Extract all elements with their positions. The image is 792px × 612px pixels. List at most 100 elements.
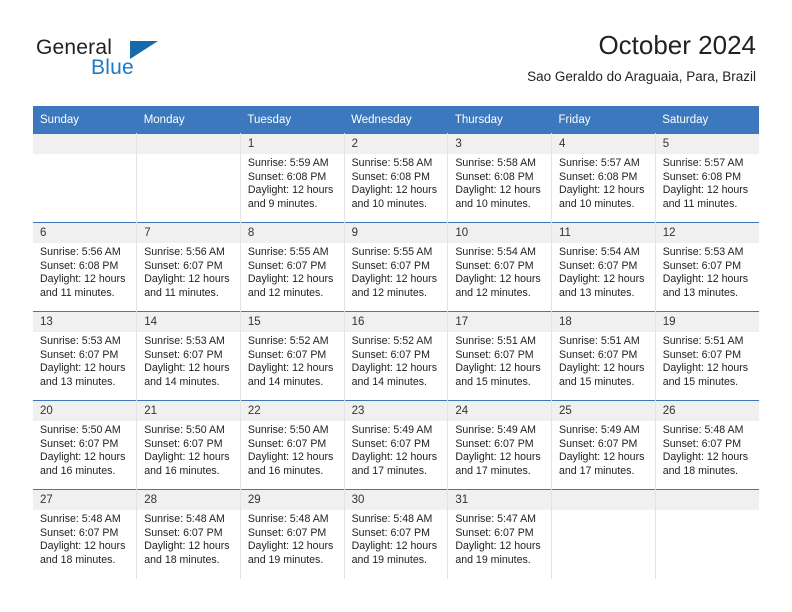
day-info: Sunrise: 5:50 AM Sunset: 6:07 PM Dayligh… bbox=[137, 421, 240, 478]
day-cell[interactable]: 31 Sunrise: 5:47 AM Sunset: 6:07 PM Dayl… bbox=[447, 489, 553, 579]
day-cell[interactable]: 2 Sunrise: 5:58 AM Sunset: 6:08 PM Dayli… bbox=[344, 133, 449, 223]
daylight-text-line2: and 11 minutes. bbox=[662, 197, 738, 210]
day-number: 26 bbox=[655, 401, 759, 421]
weekday-header-tuesday: Tuesday bbox=[240, 106, 345, 134]
day-cell[interactable]: 21 Sunrise: 5:50 AM Sunset: 6:07 PM Dayl… bbox=[136, 400, 241, 490]
sunset-text: Sunset: 6:07 PM bbox=[40, 348, 119, 361]
weekday-header-saturday: Saturday bbox=[655, 106, 759, 134]
day-cell[interactable]: 18 Sunrise: 5:51 AM Sunset: 6:07 PM Dayl… bbox=[551, 311, 656, 401]
day-number: 3 bbox=[448, 134, 552, 154]
day-cell[interactable]: 9 Sunrise: 5:55 AM Sunset: 6:07 PM Dayli… bbox=[344, 222, 449, 312]
daylight-text-line2: and 16 minutes. bbox=[144, 464, 220, 477]
day-number: 23 bbox=[344, 401, 448, 421]
sunset-text: Sunset: 6:07 PM bbox=[351, 348, 430, 361]
daylight-text-line1: Daylight: 12 hours bbox=[559, 451, 645, 464]
sunrise-text: Sunrise: 5:55 AM bbox=[351, 246, 433, 258]
general-blue-logo[interactable]: General Blue bbox=[36, 36, 216, 86]
day-cell[interactable]: 24 Sunrise: 5:49 AM Sunset: 6:07 PM Dayl… bbox=[447, 400, 553, 490]
sunrise-text: Sunrise: 5:57 AM bbox=[662, 157, 744, 169]
sunset-text: Sunset: 6:07 PM bbox=[559, 348, 638, 361]
day-number: 29 bbox=[240, 490, 344, 510]
day-number: 15 bbox=[240, 312, 344, 332]
daylight-text-line2: and 12 minutes. bbox=[247, 286, 324, 299]
day-cell[interactable]: 10 Sunrise: 5:54 AM Sunset: 6:07 PM Dayl… bbox=[447, 222, 553, 312]
day-cell[interactable]: 20 Sunrise: 5:50 AM Sunset: 6:07 PM Dayl… bbox=[33, 400, 138, 490]
day-cell-empty bbox=[655, 489, 759, 579]
day-cell[interactable]: 28 Sunrise: 5:48 AM Sunset: 6:07 PM Dayl… bbox=[136, 489, 241, 579]
daylight-text-line1: Daylight: 12 hours bbox=[144, 273, 230, 286]
day-cell[interactable]: 6 Sunrise: 5:56 AM Sunset: 6:08 PM Dayli… bbox=[33, 222, 138, 312]
sunrise-text: Sunrise: 5:48 AM bbox=[351, 513, 433, 525]
sunset-text: Sunset: 6:07 PM bbox=[144, 259, 223, 272]
sunset-text: Sunset: 6:07 PM bbox=[40, 437, 119, 450]
sunset-text: Sunset: 6:07 PM bbox=[351, 437, 430, 450]
day-cell[interactable]: 8 Sunrise: 5:55 AM Sunset: 6:07 PM Dayli… bbox=[240, 222, 345, 312]
daylight-text-line1: Daylight: 12 hours bbox=[455, 184, 541, 197]
day-cell[interactable]: 19 Sunrise: 5:51 AM Sunset: 6:07 PM Dayl… bbox=[655, 311, 759, 401]
day-info: Sunrise: 5:55 AM Sunset: 6:07 PM Dayligh… bbox=[345, 243, 448, 300]
day-number: 2 bbox=[344, 134, 448, 154]
day-cell[interactable]: 30 Sunrise: 5:48 AM Sunset: 6:07 PM Dayl… bbox=[344, 489, 449, 579]
day-cell[interactable]: 23 Sunrise: 5:49 AM Sunset: 6:07 PM Dayl… bbox=[344, 400, 449, 490]
sunset-text: Sunset: 6:07 PM bbox=[144, 526, 223, 539]
daylight-text-line1: Daylight: 12 hours bbox=[247, 184, 334, 197]
daylight-text-line1: Daylight: 12 hours bbox=[351, 184, 437, 197]
sunrise-text: Sunrise: 5:52 AM bbox=[247, 335, 329, 347]
sunrise-text: Sunrise: 5:50 AM bbox=[144, 424, 225, 436]
sunrise-text: Sunrise: 5:49 AM bbox=[559, 424, 640, 436]
day-cell[interactable]: 22 Sunrise: 5:50 AM Sunset: 6:07 PM Dayl… bbox=[240, 400, 345, 490]
calendar-week-row: 1 Sunrise: 5:59 AM Sunset: 6:08 PM Dayli… bbox=[33, 133, 759, 223]
sunrise-text: Sunrise: 5:52 AM bbox=[351, 335, 433, 347]
daylight-text-line2: and 15 minutes. bbox=[559, 375, 635, 388]
sunset-text: Sunset: 6:07 PM bbox=[559, 259, 638, 272]
day-info: Sunrise: 5:58 AM Sunset: 6:08 PM Dayligh… bbox=[448, 154, 551, 211]
day-cell[interactable]: 12 Sunrise: 5:53 AM Sunset: 6:07 PM Dayl… bbox=[655, 222, 759, 312]
day-cell[interactable]: 29 Sunrise: 5:48 AM Sunset: 6:07 PM Dayl… bbox=[240, 489, 345, 579]
daylight-text-line1: Daylight: 12 hours bbox=[662, 362, 749, 375]
daylight-text-line1: Daylight: 12 hours bbox=[247, 273, 334, 286]
daylight-text-line2: and 18 minutes. bbox=[144, 553, 220, 566]
daylight-text-line2: and 14 minutes. bbox=[247, 375, 324, 388]
day-number: 20 bbox=[33, 401, 137, 421]
sunset-text: Sunset: 6:07 PM bbox=[351, 259, 430, 272]
daylight-text-line2: and 10 minutes. bbox=[559, 197, 635, 210]
sunset-text: Sunset: 6:08 PM bbox=[351, 170, 430, 183]
sunset-text: Sunset: 6:07 PM bbox=[455, 348, 534, 361]
calendar-week-row: 27 Sunrise: 5:48 AM Sunset: 6:07 PM Dayl… bbox=[33, 489, 759, 579]
sunset-text: Sunset: 6:07 PM bbox=[455, 526, 534, 539]
day-cell[interactable]: 17 Sunrise: 5:51 AM Sunset: 6:07 PM Dayl… bbox=[447, 311, 553, 401]
daylight-text-line1: Daylight: 12 hours bbox=[40, 540, 126, 553]
day-cell[interactable]: 3 Sunrise: 5:58 AM Sunset: 6:08 PM Dayli… bbox=[447, 133, 553, 223]
day-cell[interactable]: 15 Sunrise: 5:52 AM Sunset: 6:07 PM Dayl… bbox=[240, 311, 345, 401]
weekday-header-sunday: Sunday bbox=[33, 106, 137, 134]
day-cell[interactable]: 16 Sunrise: 5:52 AM Sunset: 6:07 PM Dayl… bbox=[344, 311, 449, 401]
daylight-text-line2: and 17 minutes. bbox=[455, 464, 531, 477]
day-number bbox=[552, 490, 655, 510]
day-cell[interactable]: 13 Sunrise: 5:53 AM Sunset: 6:07 PM Dayl… bbox=[33, 311, 138, 401]
day-info: Sunrise: 5:51 AM Sunset: 6:07 PM Dayligh… bbox=[448, 332, 551, 389]
daylight-text-line2: and 14 minutes. bbox=[351, 375, 427, 388]
calendar-week-row: 13 Sunrise: 5:53 AM Sunset: 6:07 PM Dayl… bbox=[33, 311, 759, 401]
day-cell[interactable]: 14 Sunrise: 5:53 AM Sunset: 6:07 PM Dayl… bbox=[136, 311, 241, 401]
daylight-text-line2: and 11 minutes. bbox=[144, 286, 219, 299]
day-cell[interactable]: 4 Sunrise: 5:57 AM Sunset: 6:08 PM Dayli… bbox=[551, 133, 656, 223]
day-info: Sunrise: 5:59 AM Sunset: 6:08 PM Dayligh… bbox=[241, 154, 344, 211]
daylight-text-line1: Daylight: 12 hours bbox=[351, 540, 437, 553]
daylight-text-line1: Daylight: 12 hours bbox=[247, 540, 334, 553]
sunset-text: Sunset: 6:07 PM bbox=[662, 259, 742, 272]
day-cell-empty bbox=[551, 489, 656, 579]
sunrise-text: Sunrise: 5:54 AM bbox=[559, 246, 640, 258]
day-cell[interactable]: 25 Sunrise: 5:49 AM Sunset: 6:07 PM Dayl… bbox=[551, 400, 656, 490]
day-cell[interactable]: 1 Sunrise: 5:59 AM Sunset: 6:08 PM Dayli… bbox=[240, 133, 345, 223]
day-cell[interactable]: 11 Sunrise: 5:54 AM Sunset: 6:07 PM Dayl… bbox=[551, 222, 656, 312]
day-cell[interactable]: 27 Sunrise: 5:48 AM Sunset: 6:07 PM Dayl… bbox=[33, 489, 138, 579]
sunrise-text: Sunrise: 5:49 AM bbox=[455, 424, 536, 436]
page-header: General Blue October 2024 Sao Geraldo do… bbox=[0, 0, 792, 100]
day-cell[interactable]: 7 Sunrise: 5:56 AM Sunset: 6:07 PM Dayli… bbox=[136, 222, 241, 312]
title-block: October 2024 Sao Geraldo do Araguaia, Pa… bbox=[527, 28, 756, 87]
daylight-text-line1: Daylight: 12 hours bbox=[40, 451, 126, 464]
daylight-text-line1: Daylight: 12 hours bbox=[144, 540, 230, 553]
day-cell[interactable]: 5 Sunrise: 5:57 AM Sunset: 6:08 PM Dayli… bbox=[655, 133, 759, 223]
sunrise-sunset-calendar: Sunday Monday Tuesday Wednesday Thursday… bbox=[33, 106, 759, 579]
day-cell[interactable]: 26 Sunrise: 5:48 AM Sunset: 6:07 PM Dayl… bbox=[655, 400, 759, 490]
